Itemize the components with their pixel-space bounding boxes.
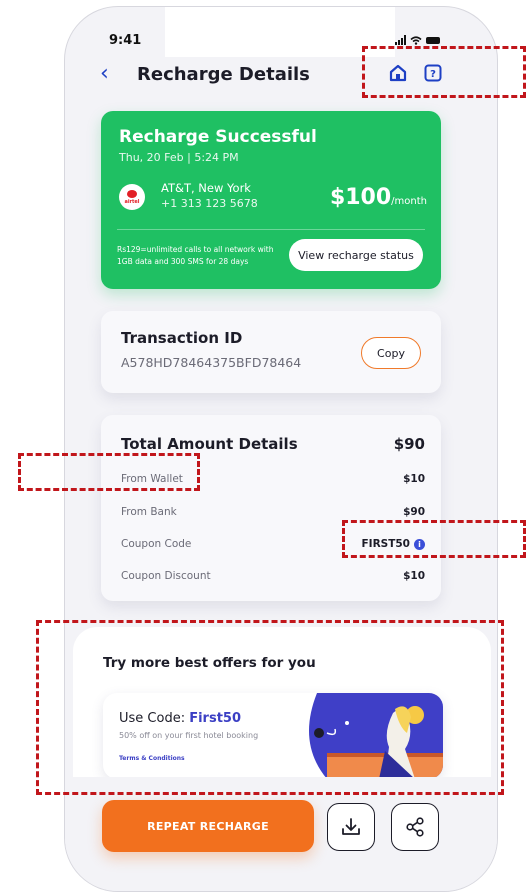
notch [165,7,395,57]
operator-name: AT&T, New York [161,181,251,195]
amount-row-label: From Wallet [121,473,183,485]
airtel-logo: airtel [119,184,145,210]
amount-details-card: Total Amount Details $90 From Wallet $10… [101,415,441,601]
back-icon[interactable]: ‹ [100,63,109,85]
offer-illustration [309,693,443,779]
coupon-code-value: FIRST50 [361,538,410,550]
info-icon[interactable]: i [414,538,425,550]
transaction-id: A578HD78464375BFD78464 [121,355,302,370]
page-title: Recharge Details [137,64,310,85]
amount-row-label: Coupon Code [121,538,192,550]
transaction-label: Transaction ID [121,329,243,347]
amount-row-wallet: From Wallet $10 [121,471,425,487]
terms-link[interactable]: Terms & Conditions [119,755,185,762]
recharge-success-card: Recharge Successful Thu, 20 Feb | 5:24 P… [101,111,441,289]
status-icons [395,35,440,45]
repeat-recharge-button[interactable]: REPEAT RECHARGE [102,800,314,852]
amount-row-label: From Bank [121,506,177,518]
offer-code: First50 [189,711,242,726]
recharge-amount: $100/month [330,185,427,210]
amount-row-coupon-code: Coupon Code FIRST50 i [121,536,425,552]
amount-row-bank: From Bank $90 [121,504,425,520]
help-icon[interactable]: ? [424,64,442,82]
phone-number: +1 313 123 5678 [161,197,258,210]
amount-unit: /month [391,196,427,207]
amount-row-value: FIRST50 i [361,538,425,550]
home-icon[interactable] [389,64,407,82]
share-icon [406,817,424,837]
copy-button[interactable]: Copy [361,337,421,369]
divider [117,229,425,230]
offer-code-prefix: Use Code: [119,711,190,726]
offer-card[interactable]: Use Code: First50 50% off on your first … [103,693,443,779]
plan-description: Rs129=unlimited calls to all network wit… [117,245,274,266]
wifi-icon [410,35,422,45]
amount-row-value: $10 [403,473,425,485]
amount-row-value: $10 [403,570,425,582]
share-button[interactable] [391,803,439,851]
view-recharge-status-button[interactable]: View recharge status [289,239,423,271]
signal-icon [395,35,406,45]
phone-frame: 9:41 ‹ Recharge Details ? Recharge Succe… [64,6,498,892]
amount-total: $90 [393,435,425,453]
transaction-card: Transaction ID A578HD78464375BFD78464 Co… [101,311,441,393]
amount-row-coupon-discount: Coupon Discount $10 [121,568,425,584]
offers-section: Try more best offers for you Use Code: F… [73,627,491,779]
svg-text:?: ? [430,69,436,80]
amount-row-value: $90 [403,506,425,518]
amount-details-title: Total Amount Details [121,435,298,453]
offer-code-line: Use Code: First50 [119,711,241,726]
airtel-swoosh-icon [127,189,137,198]
download-icon [342,818,360,835]
download-button[interactable] [327,803,375,851]
airtel-logo-text: airtel [124,198,140,205]
offer-description: 50% off on your first hotel booking [119,731,259,740]
recharge-status-title: Recharge Successful [119,127,317,147]
status-time: 9:41 [109,33,142,48]
amount-row-label: Coupon Discount [121,570,211,582]
battery-icon [426,36,440,44]
offers-title: Try more best offers for you [103,655,316,671]
amount-value: $100 [329,185,392,210]
recharge-date: Thu, 20 Feb | 5:24 PM [119,151,239,164]
